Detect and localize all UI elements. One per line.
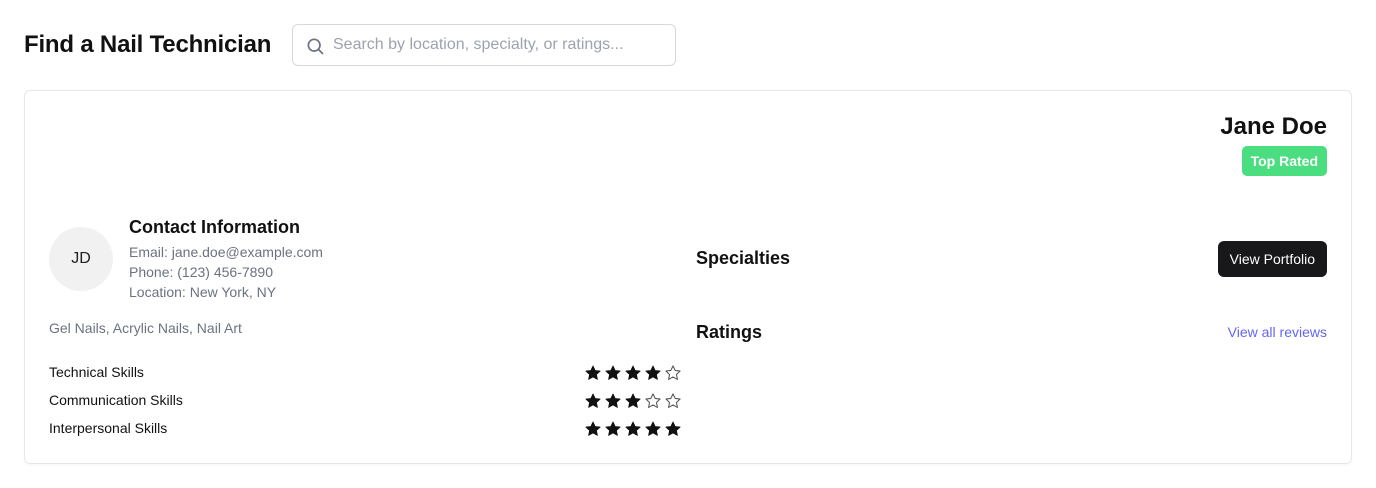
star-empty-icon (665, 365, 681, 380)
skill-label-interpersonal: Interpersonal Skills (49, 420, 168, 436)
specialties-list: Gel Nails, Acrylic Nails, Nail Art (49, 320, 242, 336)
skill-label-communication: Communication Skills (49, 392, 183, 408)
contact-location: Location: New York, NY (129, 284, 277, 300)
view-all-reviews-link[interactable]: View all reviews (1228, 324, 1327, 340)
contact-title: Contact Information (129, 217, 300, 237)
star-filled-icon (585, 393, 601, 408)
search-icon (307, 38, 324, 55)
specialties-title: Specialties (696, 248, 791, 268)
star-filled-icon (645, 421, 661, 436)
star-filled-icon (625, 365, 641, 380)
page-title: Find a Nail Technician (24, 31, 272, 58)
star-filled-icon (625, 393, 641, 408)
ratings-title: Ratings (696, 322, 763, 342)
star-filled-icon (625, 421, 641, 436)
status-badge: Top Rated (1241, 146, 1327, 176)
search-input[interactable] (333, 25, 663, 65)
contact-phone: Phone: (123) 456-7890 (129, 264, 273, 280)
star-filled-icon (605, 393, 621, 408)
star-filled-icon (665, 421, 681, 436)
search-box[interactable] (292, 24, 676, 66)
star-filled-icon (605, 365, 621, 380)
technician-name: Jane Doe (1220, 113, 1327, 140)
rating-stars-communication (584, 392, 682, 410)
star-empty-icon (665, 393, 681, 408)
avatar: JD (49, 227, 113, 291)
rating-stars-interpersonal (584, 420, 682, 438)
star-filled-icon (585, 421, 601, 436)
rating-stars-technical (584, 364, 682, 382)
star-empty-icon (645, 393, 661, 408)
star-filled-icon (585, 365, 601, 380)
skill-label-technical: Technical Skills (49, 364, 144, 380)
view-portfolio-button[interactable]: View Portfolio (1217, 241, 1327, 277)
technician-card: Jane Doe Top Rated JD Contact Informatio… (24, 90, 1352, 464)
star-filled-icon (645, 365, 661, 380)
star-filled-icon (605, 421, 621, 436)
contact-email: Email: jane.doe@example.com (129, 244, 323, 260)
